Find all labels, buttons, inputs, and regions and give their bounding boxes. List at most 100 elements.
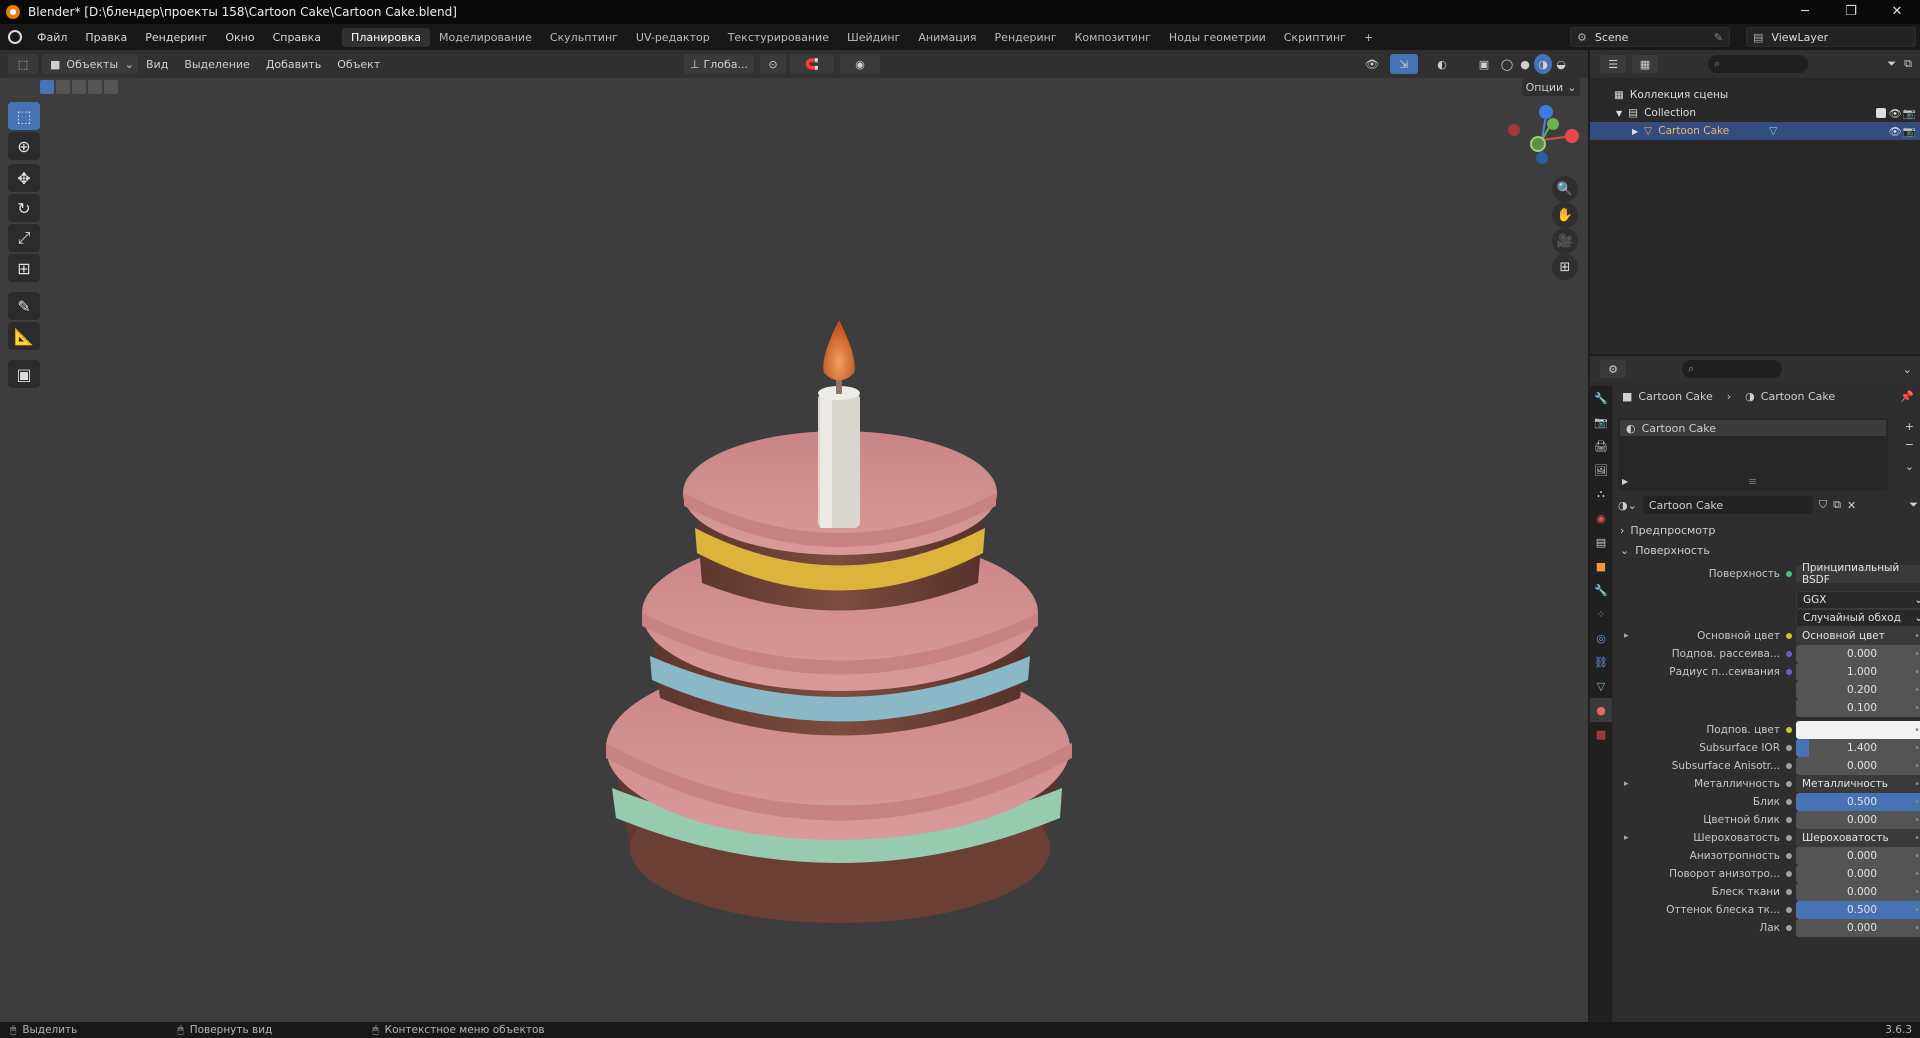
socket-dot-icon[interactable] xyxy=(1786,763,1792,769)
bsdf-param-field[interactable]: Металличность xyxy=(1796,775,1920,793)
tab-output-icon[interactable]: 🖨 xyxy=(1590,434,1612,458)
x-axis-icon[interactable] xyxy=(1565,129,1579,143)
bsdf-param-field[interactable]: 0.500 xyxy=(1796,901,1920,919)
cursor-tool-icon[interactable]: ⊕ xyxy=(8,132,40,160)
blender-menu-icon[interactable] xyxy=(8,30,22,44)
color-swatch[interactable] xyxy=(1796,721,1920,739)
menu-add[interactable]: Добавить xyxy=(258,54,329,74)
navigation-gizmo[interactable] xyxy=(1500,100,1584,180)
bsdf-param-field[interactable]: 0.000 xyxy=(1796,645,1920,663)
section-preview[interactable]: › Предпросмотр xyxy=(1620,524,1715,537)
editor-type-icon[interactable]: ⬚ xyxy=(8,54,38,74)
resize-handle-icon[interactable]: ≡ xyxy=(1748,475,1757,488)
socket-dot-icon[interactable] xyxy=(1786,727,1792,733)
bsdf-param-field[interactable]: 0.000 xyxy=(1796,883,1920,901)
options-dropdown[interactable]: Опции ⌄ xyxy=(1522,78,1580,96)
cartoon-cake-model[interactable] xyxy=(590,228,1090,1008)
tab-modifier-icon[interactable]: 🔧 xyxy=(1590,578,1612,602)
transform-orientation-dropdown[interactable]: ⊥ Глоба... xyxy=(684,54,754,74)
outliner-row-collection[interactable]: ▼ ▤ Collection 👁 📷 xyxy=(1590,104,1920,122)
socket-dot-icon[interactable] xyxy=(1786,799,1792,805)
chevron-down-icon[interactable]: ⌄ xyxy=(1903,363,1912,376)
select-subtract-icon[interactable] xyxy=(72,80,86,94)
distribution-dropdown[interactable]: GGX ⌄ xyxy=(1796,591,1920,609)
add-slot-icon[interactable]: + xyxy=(1905,420,1914,433)
eye-icon[interactable]: 👁 xyxy=(1889,107,1902,120)
keyframe-dot-icon[interactable]: • xyxy=(1914,815,1920,826)
tab-texture-paint[interactable]: Текстурирование xyxy=(719,28,838,47)
keyframe-dot-icon[interactable]: • xyxy=(1914,833,1920,844)
bsdf-param-field[interactable]: Шероховатость xyxy=(1796,829,1920,847)
select-extend-icon[interactable] xyxy=(56,80,70,94)
outliner-editor-icon[interactable]: ☰ xyxy=(1600,55,1626,73)
tab-uv-editing[interactable]: UV-редактор xyxy=(627,28,719,47)
socket-dot-icon[interactable] xyxy=(1786,871,1792,877)
rendered-shading-icon[interactable]: ◒ xyxy=(1552,54,1570,74)
select-box-tool-icon[interactable]: ⬚ xyxy=(8,102,40,130)
tab-geometry-nodes[interactable]: Ноды геометрии xyxy=(1160,28,1275,47)
solid-shading-icon[interactable]: ● xyxy=(1516,54,1534,74)
material-slot-row[interactable]: ◐ Cartoon Cake xyxy=(1620,420,1886,436)
move-tool-icon[interactable]: ✥ xyxy=(8,164,40,192)
bsdf-param-field[interactable]: 0.200 xyxy=(1796,681,1920,699)
tab-rendering[interactable]: Рендеринг xyxy=(986,28,1066,47)
tab-render-icon[interactable]: 📷 xyxy=(1590,410,1612,434)
minimize-button[interactable]: ─ xyxy=(1782,0,1828,24)
tab-sculpting[interactable]: Скульптинг xyxy=(541,28,627,47)
socket-dot-icon[interactable] xyxy=(1786,853,1792,859)
socket-dot-icon[interactable] xyxy=(1786,651,1792,657)
outliner-row-cartoon-cake[interactable]: ▶ ▽ Cartoon Cake ▽ 👁 📷 xyxy=(1590,122,1920,140)
socket-dot-icon[interactable] xyxy=(1786,907,1792,913)
bsdf-param-field[interactable]: 0.100 xyxy=(1796,699,1920,717)
socket-dot-icon[interactable] xyxy=(1786,925,1792,931)
mode-dropdown[interactable]: ■ Объекты ⌄ xyxy=(42,54,138,74)
menu-help[interactable]: Справка xyxy=(264,31,330,44)
bsdf-param-field[interactable]: Основной цвет xyxy=(1796,627,1920,645)
bsdf-param-field[interactable]: 0.000 xyxy=(1796,865,1920,883)
tab-compositing[interactable]: Композитинг xyxy=(1066,28,1160,47)
remove-slot-icon[interactable]: − xyxy=(1905,438,1914,451)
pin-icon[interactable]: ✎ xyxy=(1714,31,1723,44)
z-axis-icon[interactable] xyxy=(1539,105,1553,119)
pin-icon[interactable]: 📌 xyxy=(1900,390,1914,403)
tab-object-icon[interactable]: ■ xyxy=(1590,554,1612,578)
unlink-material-icon[interactable]: ✕ xyxy=(1847,499,1856,512)
measure-tool-icon[interactable]: 📐 xyxy=(8,322,40,350)
socket-dot-icon[interactable] xyxy=(1786,633,1792,639)
expand-arrow-icon[interactable]: ▸ xyxy=(1624,833,1629,843)
keyframe-dot-icon[interactable]: • xyxy=(1914,725,1920,736)
bsdf-param-field[interactable]: 0.500 xyxy=(1796,793,1920,811)
tab-scripting[interactable]: Скриптинг xyxy=(1275,28,1355,47)
keyframe-dot-icon[interactable]: • xyxy=(1914,743,1920,754)
material-name-field[interactable]: Cartoon Cake xyxy=(1642,496,1813,514)
tab-animation[interactable]: Анимация xyxy=(909,28,985,47)
surface-shader-field[interactable]: Принципиальный BSDF xyxy=(1796,562,1920,586)
annotate-tool-icon[interactable]: ✎ xyxy=(8,292,40,320)
rotate-tool-icon[interactable]: ↻ xyxy=(8,194,40,222)
material-browse-icon[interactable]: ◑⌄ xyxy=(1618,499,1637,512)
transform-tool-icon[interactable]: ⊞ xyxy=(8,254,40,282)
bsdf-param-field[interactable]: 0.000 xyxy=(1796,919,1920,937)
socket-dot-icon[interactable] xyxy=(1786,745,1792,751)
xray-icon[interactable]: ▣ xyxy=(1474,54,1494,74)
tab-world-icon[interactable]: ◉ xyxy=(1590,506,1612,530)
keyframe-dot-icon[interactable]: • xyxy=(1914,703,1920,714)
properties-search-input[interactable]: ⌕ xyxy=(1682,360,1782,378)
outliner-row-scene-collection[interactable]: ▦ Коллекция сцены xyxy=(1590,86,1920,104)
snap-icon[interactable]: 🧲 xyxy=(790,54,834,74)
maximize-button[interactable]: ❐ xyxy=(1828,0,1874,24)
display-mode-icon[interactable]: ▦ xyxy=(1632,55,1658,73)
select-invert-icon[interactable] xyxy=(88,80,102,94)
expand-arrow-icon[interactable]: ▶ xyxy=(1622,477,1628,486)
add-workspace-button[interactable]: + xyxy=(1355,28,1382,47)
fake-user-shield-icon[interactable]: ⛉ xyxy=(1819,498,1827,512)
tab-layout[interactable]: Планировка xyxy=(342,27,431,47)
keyframe-dot-icon[interactable]: • xyxy=(1914,685,1920,696)
close-button[interactable]: ✕ xyxy=(1874,0,1920,24)
zoom-icon[interactable]: 🔍 xyxy=(1552,176,1578,202)
tab-modeling[interactable]: Моделирование xyxy=(430,28,541,47)
perspective-grid-icon[interactable]: ⊞ xyxy=(1552,254,1578,280)
slot-menu-icon[interactable]: ⌄ xyxy=(1905,460,1914,473)
bsdf-param-field[interactable]: 1.400 xyxy=(1796,739,1920,757)
menu-window[interactable]: Окно xyxy=(216,31,263,44)
